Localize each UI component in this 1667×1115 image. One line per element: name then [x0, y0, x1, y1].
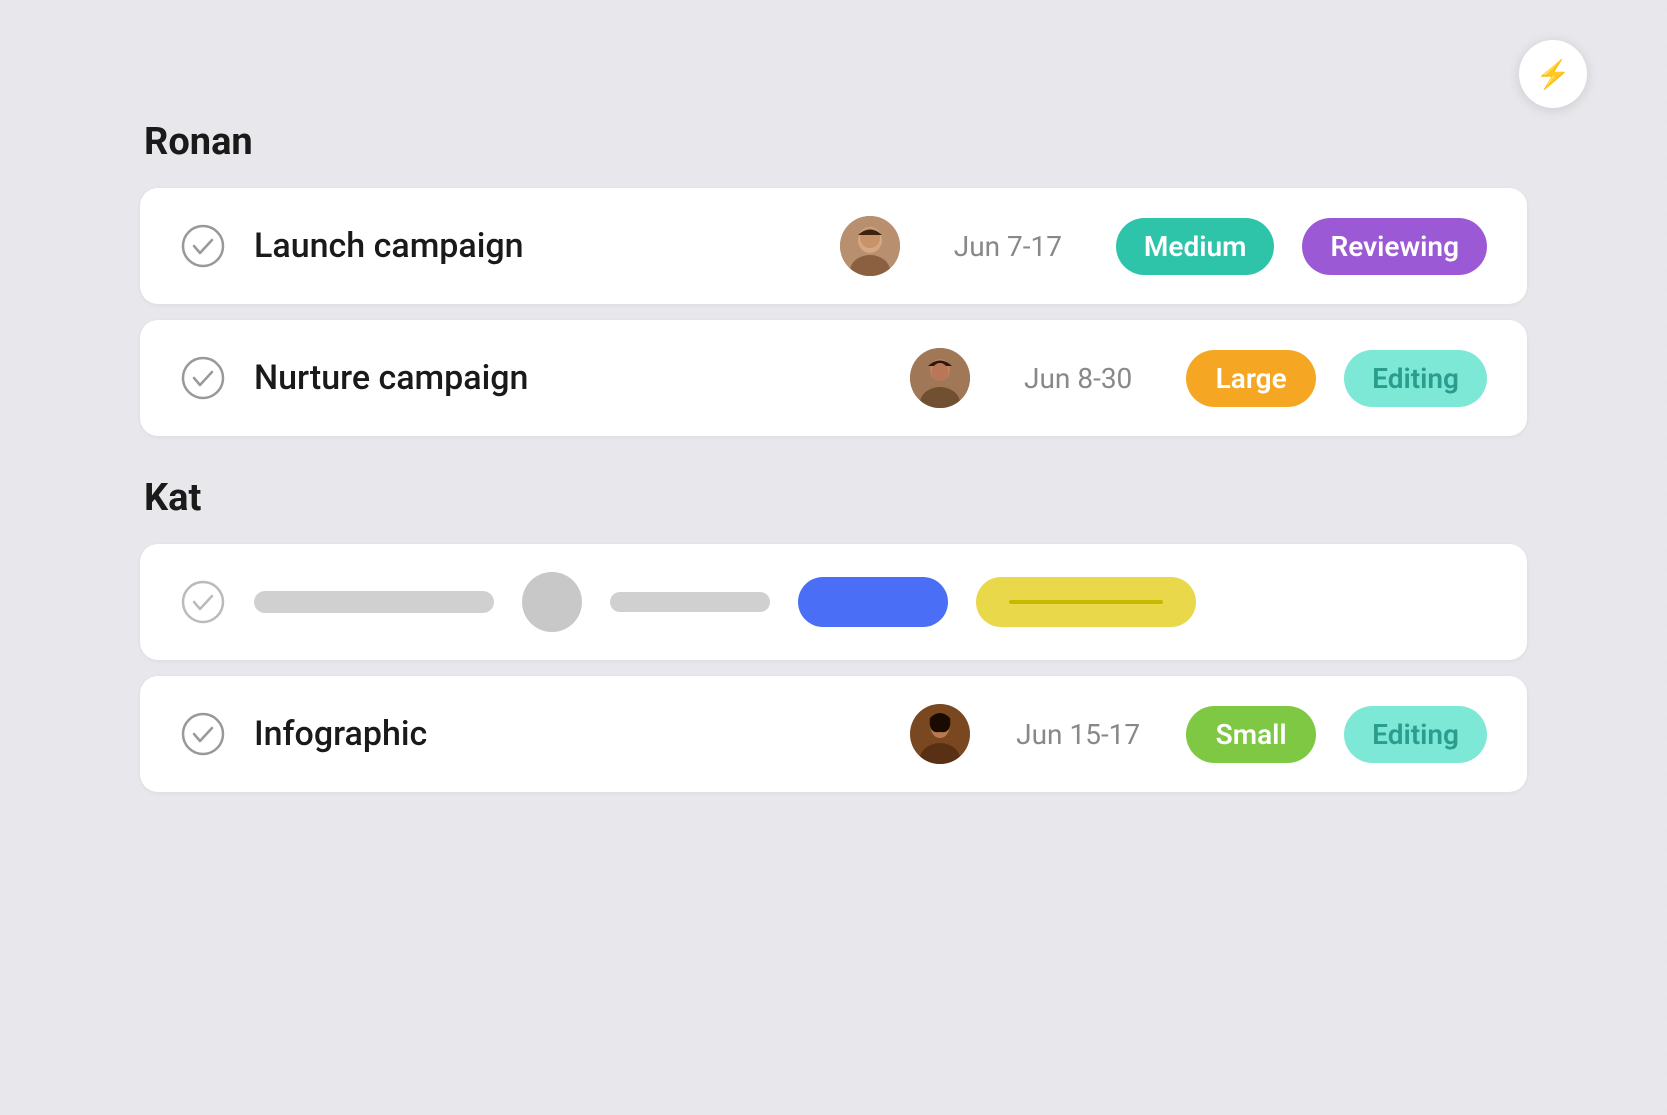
check-icon	[180, 223, 226, 269]
status-badge[interactable]: Reviewing	[1302, 218, 1487, 275]
lightning-icon: ⚡	[1536, 58, 1571, 91]
avatar	[910, 348, 970, 408]
lightning-button[interactable]: ⚡	[1519, 40, 1587, 108]
section-title-ronan: Ronan	[140, 120, 1527, 164]
section-title-kat: Kat	[140, 476, 1527, 520]
priority-badge[interactable]: Large	[1186, 350, 1316, 407]
date-range: Jun 8-30	[998, 362, 1158, 395]
task-row[interactable]: Nurture campaign Jun 8-30 Large Editing	[140, 320, 1527, 436]
check-icon	[180, 355, 226, 401]
status-badge-placeholder	[976, 577, 1196, 627]
priority-badge-placeholder	[798, 577, 948, 627]
task-name: Nurture campaign	[254, 358, 882, 398]
main-content: Ronan Launch campaign	[0, 0, 1667, 892]
task-row[interactable]: Infographic Jun 15-17 Small Editing	[140, 676, 1527, 792]
status-badge[interactable]: Editing	[1344, 706, 1487, 763]
date-range: Jun 7-17	[928, 230, 1088, 263]
avatar	[840, 216, 900, 276]
task-row[interactable]	[140, 544, 1527, 660]
task-name: Infographic	[254, 714, 882, 754]
task-row[interactable]: Launch campaign Jun 7-17 Medium Reviewin…	[140, 188, 1527, 304]
task-list-ronan: Launch campaign Jun 7-17 Medium Reviewin…	[140, 188, 1527, 436]
section-ronan: Ronan Launch campaign	[140, 120, 1527, 436]
priority-badge[interactable]: Small	[1186, 706, 1316, 763]
section-kat: Kat	[140, 476, 1527, 792]
check-icon	[180, 579, 226, 625]
task-list-kat: Infographic Jun 15-17 Small Editing	[140, 544, 1527, 792]
date-range: Jun 15-17	[998, 718, 1158, 751]
avatar	[910, 704, 970, 764]
date-placeholder	[610, 592, 770, 612]
task-name-placeholder	[254, 591, 494, 613]
priority-badge[interactable]: Medium	[1116, 218, 1275, 275]
check-icon	[180, 711, 226, 757]
task-name: Launch campaign	[254, 226, 812, 266]
status-badge[interactable]: Editing	[1344, 350, 1487, 407]
avatar-placeholder	[522, 572, 582, 632]
